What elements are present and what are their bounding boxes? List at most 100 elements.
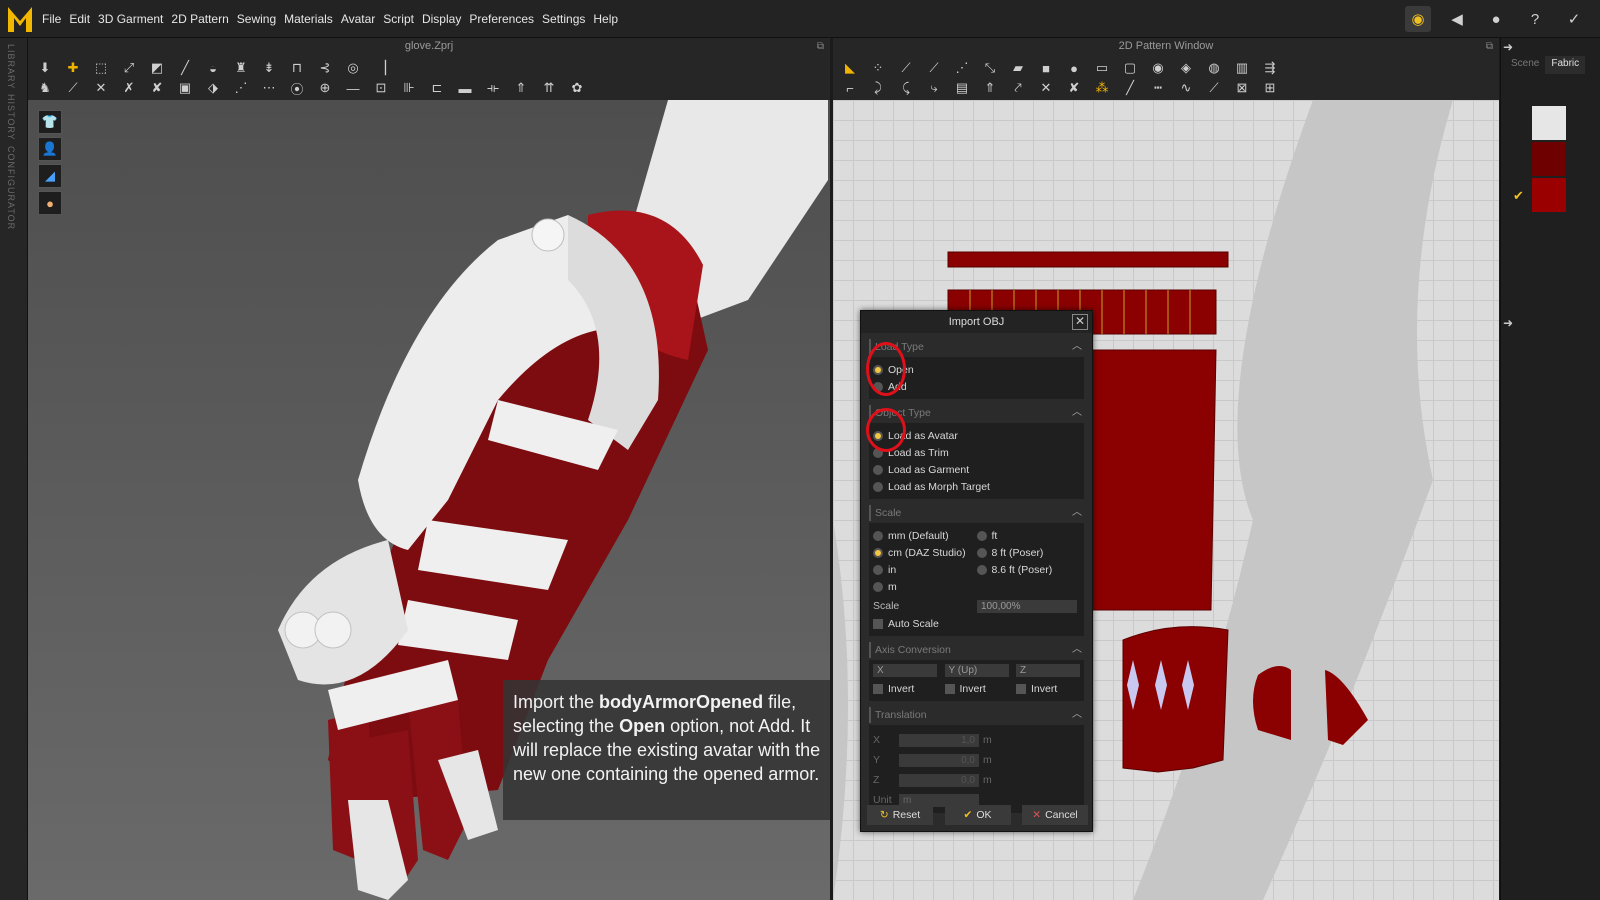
3d-viewport[interactable]: 👕 👤 ◢ ● Import the bodyArmorOpened file,…	[28, 100, 830, 900]
chevron-up-icon[interactable]: ︿	[1072, 339, 1082, 355]
measure-icon[interactable]: ⊰	[314, 59, 336, 77]
tack-icon[interactable]: ✗	[118, 79, 140, 97]
fabric-swatch-red[interactable]	[1532, 178, 1566, 212]
ok-button[interactable]: ✔ OK	[944, 805, 1011, 825]
app-logo-icon[interactable]	[6, 4, 34, 34]
circle-icon[interactable]: ●	[1063, 59, 1085, 77]
add-point-icon[interactable]: ⋰	[951, 59, 973, 77]
arrange-icon[interactable]: ⊓	[286, 59, 308, 77]
free-sewing-icon[interactable]: ⤹	[895, 79, 917, 97]
select-icon[interactable]: ⬇	[34, 59, 56, 77]
edit-point-icon[interactable]: ⁘	[867, 59, 889, 77]
menu-sewing[interactable]: Sewing	[237, 12, 276, 26]
grading-icon[interactable]: ⊞	[1259, 79, 1281, 97]
menu-2d-pattern[interactable]: 2D Pattern	[171, 12, 228, 26]
configurator-tab[interactable]: CONFIGURATOR	[6, 146, 16, 230]
flatten-icon[interactable]: ◩	[146, 59, 168, 77]
arrow-right-icon[interactable]: ➜	[1503, 40, 1513, 54]
button-tool-icon[interactable]: ⦿	[286, 79, 308, 97]
menu-script[interactable]: Script	[383, 12, 414, 26]
skin-display-icon[interactable]: ●	[38, 191, 62, 215]
box-select-icon[interactable]: ⬚	[90, 59, 112, 77]
segment-sewing-icon[interactable]: ⤸	[867, 79, 889, 97]
radio-in[interactable]: in	[873, 561, 977, 578]
fabric-display-icon[interactable]: ◢	[38, 164, 62, 188]
internal-poly-icon[interactable]: ▭	[1091, 59, 1113, 77]
avatar-display-icon[interactable]: 👤	[38, 137, 62, 161]
avatar-pose-icon[interactable]: ♞	[34, 79, 56, 97]
radio-ft[interactable]: ft	[976, 527, 1081, 544]
popout-icon[interactable]: ⧉	[817, 39, 824, 55]
graphic-icon[interactable]: ⁂	[1091, 79, 1113, 97]
fabric-swatch-white[interactable]	[1532, 106, 1566, 140]
buttonhole-icon[interactable]: ⊡	[370, 79, 392, 97]
garment-fit-icon[interactable]: ⇑	[979, 79, 1001, 97]
cancel-button[interactable]: ✕ Cancel	[1022, 805, 1088, 825]
zip-icon[interactable]: ⊪	[398, 79, 420, 97]
chevron-up-icon[interactable]: ︿	[1072, 707, 1082, 723]
edit-sewing-icon[interactable]: ⤷	[923, 79, 945, 97]
chevron-up-icon[interactable]: ︿	[1072, 642, 1082, 658]
fold-icon[interactable]: ◒	[202, 59, 224, 77]
radio-8-6ft-poser[interactable]: 8.6 ft (Poser)	[976, 561, 1081, 578]
check-sewing-icon[interactable]: ▤	[951, 79, 973, 97]
trace-icon[interactable]: ◍	[1203, 59, 1225, 77]
radio-cm[interactable]: cm (DAZ Studio)	[873, 544, 977, 561]
connect-icon[interactable]: ◉	[1405, 6, 1431, 32]
puff-icon[interactable]: ⇑	[510, 79, 532, 97]
radio-m[interactable]: m	[873, 578, 977, 595]
split-icon[interactable]: ⟛	[482, 79, 504, 97]
circle-icon[interactable]: ⊕	[314, 79, 336, 97]
stitch-icon[interactable]: ✕	[90, 79, 112, 97]
shirt-icon[interactable]: ♜	[230, 59, 252, 77]
zipper-icon[interactable]: ⋰	[230, 79, 252, 97]
bird-icon[interactable]: ✓	[1561, 6, 1587, 32]
button-icon[interactable]: ⬗	[202, 79, 224, 97]
fit-icon[interactable]: ⇟	[258, 59, 280, 77]
rectangle-icon[interactable]: ■	[1035, 59, 1057, 77]
fabric-swatch-dark-red[interactable]	[1532, 142, 1566, 176]
radio-8ft-poser[interactable]: 8 ft (Poser)	[976, 544, 1081, 561]
library-tab[interactable]: LIBRARY	[6, 44, 16, 89]
menu-display[interactable]: Display	[422, 12, 461, 26]
arrow-right-icon[interactable]: ➜	[1503, 316, 1513, 330]
texture-icon[interactable]: ✕	[1035, 79, 1057, 97]
tack-2d-icon[interactable]: ⤤	[1007, 79, 1029, 97]
close-icon[interactable]: ✕	[1072, 314, 1088, 330]
ruler-icon[interactable]: ▕	[370, 59, 392, 77]
edit-texture-icon[interactable]: ✘	[1063, 79, 1085, 97]
translation-x-input[interactable]: 1,0	[899, 733, 979, 747]
radio-load-as-garment[interactable]: Load as Garment	[873, 461, 1080, 478]
popout-icon[interactable]: ⧉	[1486, 39, 1493, 55]
transform-icon[interactable]: ⤢	[118, 59, 140, 77]
edit-curve-icon[interactable]: ⟋	[895, 59, 917, 77]
internal-rect-icon[interactable]: ▢	[1119, 59, 1141, 77]
axis-y-select[interactable]: Y (Up)	[944, 664, 1009, 677]
move-icon[interactable]: ✚	[62, 59, 84, 77]
tape-icon[interactable]: ◎	[342, 59, 364, 77]
menu-3d-garment[interactable]: 3D Garment	[98, 12, 163, 26]
history-tab[interactable]: HISTORY	[6, 94, 16, 141]
menu-edit[interactable]: Edit	[69, 12, 90, 26]
menu-file[interactable]: File	[42, 12, 61, 26]
translation-z-input[interactable]: 0,0	[899, 773, 979, 787]
menu-settings[interactable]: Settings	[542, 12, 585, 26]
pin-icon[interactable]: ╱	[174, 59, 196, 77]
transform-pattern-icon[interactable]: ◣	[839, 59, 861, 77]
edit-topstitch-icon[interactable]: ⟋	[1203, 79, 1225, 97]
auto-scale-checkbox[interactable]: Auto Scale	[873, 615, 1080, 632]
line-icon[interactable]: —	[342, 79, 364, 97]
slash-icon[interactable]: ⤡	[979, 59, 1001, 77]
radio-load-as-morph-target[interactable]: Load as Morph Target	[873, 478, 1080, 495]
tape-tool-icon[interactable]: ▬	[454, 79, 476, 97]
fold-line-icon[interactable]: ⊏	[426, 79, 448, 97]
free-topstitch-icon[interactable]: ∿	[1175, 79, 1197, 97]
translation-y-input[interactable]: 0,0	[899, 753, 979, 767]
reset-button[interactable]: ↻ Reset	[867, 805, 933, 825]
radio-load-as-trim[interactable]: Load as Trim	[873, 444, 1080, 461]
segment-topstitch-icon[interactable]: ┅	[1147, 79, 1169, 97]
sim-icon[interactable]: ⇈	[538, 79, 560, 97]
menu-help[interactable]: Help	[593, 12, 618, 26]
pattern-icon[interactable]: ⋯	[258, 79, 280, 97]
topstitch-icon[interactable]: ╱	[1119, 79, 1141, 97]
